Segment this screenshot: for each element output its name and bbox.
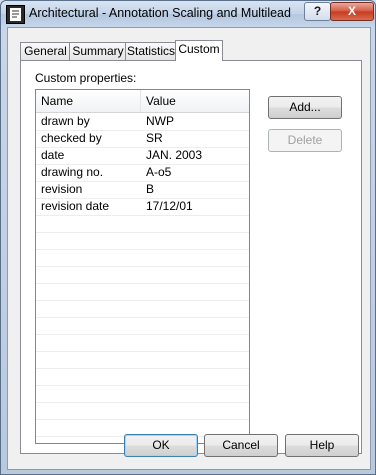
empty-row [36,283,249,301]
dialog-client-area: General Summary Statistics Custom Custom… [7,27,371,470]
table-row[interactable]: drawn by NWP [36,113,249,131]
empty-row [36,215,249,233]
table-row[interactable]: revision date 17/12/01 [36,198,249,216]
ok-button[interactable]: OK [124,434,198,457]
title-help-button[interactable]: ? [304,2,331,21]
column-header-name[interactable]: Name [36,90,142,112]
empty-row [36,368,249,386]
property-value: B [146,182,155,196]
property-name: date [41,148,65,162]
drawing-app-icon [6,5,25,24]
custom-properties-list[interactable]: Name Value drawn by NWP checked by SR da… [35,89,250,444]
empty-row [36,351,249,369]
tab-custom[interactable]: Custom [175,40,223,61]
close-button[interactable]: X [330,2,374,21]
empty-row [36,266,249,284]
property-name: revision [41,182,83,196]
property-name: revision date [41,199,110,213]
table-row[interactable]: date JAN. 2003 [36,147,249,165]
empty-row [36,402,249,420]
empty-row [36,334,249,352]
cancel-button[interactable]: Cancel [204,434,278,457]
custom-properties-label: Custom properties: [35,71,137,85]
tab-summary[interactable]: Summary [69,42,127,60]
delete-property-button[interactable]: Delete [268,129,342,152]
table-row[interactable]: revision B [36,181,249,199]
empty-row [36,300,249,318]
column-header-value[interactable]: Value [141,90,246,112]
custom-tab-panel: Custom properties: Name Value drawn by N… [20,60,362,454]
window-title: Architectural - Annotation Scaling and M… [29,6,291,20]
property-name: drawing no. [41,165,104,179]
empty-row [36,317,249,335]
property-name: drawn by [41,114,90,128]
list-header: Name Value [36,90,249,113]
property-name: checked by [41,131,102,145]
property-value: 17/12/01 [146,199,193,213]
properties-dialog: Architectural - Annotation Scaling and M… [0,0,376,475]
help-button[interactable]: Help [285,434,359,457]
add-property-button[interactable]: Add... [268,96,342,119]
property-value: NWP [146,114,174,128]
table-row[interactable]: drawing no. A-o5 [36,164,249,182]
property-value: A-o5 [146,165,172,179]
empty-row [36,249,249,267]
title-bar[interactable]: Architectural - Annotation Scaling and M… [1,1,375,27]
tab-statistics[interactable]: Statistics [125,42,177,60]
property-value: SR [146,131,163,145]
table-row[interactable]: checked by SR [36,130,249,148]
property-value: JAN. 2003 [146,148,203,162]
tab-general[interactable]: General [20,42,71,60]
empty-row [36,385,249,403]
empty-row [36,232,249,250]
